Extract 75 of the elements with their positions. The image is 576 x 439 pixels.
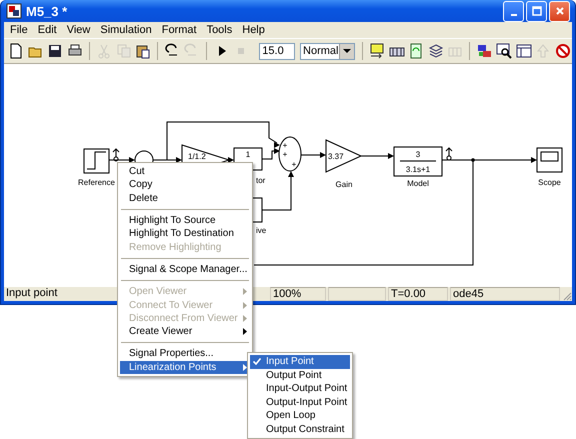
menu-item[interactable]: View (62, 24, 96, 36)
toolbar-button[interactable] (494, 40, 514, 62)
block-label: Model (407, 179, 429, 188)
block-label: Scope (538, 178, 561, 187)
transfer-function-block[interactable] (394, 146, 442, 176)
linearization-marker-icon (446, 147, 452, 160)
magnifier-icon (496, 43, 512, 59)
status-pane (328, 287, 386, 301)
sum-sign: + (282, 141, 288, 150)
signal-line (108, 157, 135, 163)
table-icon (516, 43, 532, 59)
menu-item[interactable]: Tools (202, 24, 238, 36)
menu-item[interactable]: Linearization Points (120, 360, 250, 374)
linearization-marker-icon (112, 148, 120, 162)
menu-item[interactable]: Output Point (250, 368, 350, 382)
chart-window-icon (369, 43, 386, 59)
minimize-button[interactable] (503, 0, 524, 22)
resize-grip-icon[interactable] (562, 291, 572, 301)
branch-point (471, 158, 475, 162)
status-pane: ode45 (450, 287, 560, 301)
menu-item[interactable]: Help (238, 24, 271, 36)
step-block[interactable] (84, 148, 110, 174)
app-icon (6, 3, 22, 19)
maximize-button[interactable] (526, 0, 547, 22)
refresh-icon (408, 43, 424, 59)
stop-time-field[interactable]: 15.0 (259, 42, 296, 60)
menu-item[interactable]: Signal Properties... (120, 347, 250, 361)
menu-item[interactable]: Edit (34, 24, 63, 36)
menu-item[interactable]: Format (158, 24, 203, 36)
block-value: 1 (246, 150, 250, 159)
colored-blocks-icon (476, 43, 493, 59)
menu-item[interactable]: Simulation (96, 24, 158, 36)
sum-sign: + (282, 150, 288, 159)
simulation-mode-dropdown[interactable]: Normal (300, 42, 355, 60)
menu-item[interactable]: Output Constraint (250, 422, 350, 436)
menu-item[interactable]: Signal & Scope Manager... (120, 262, 250, 276)
new-document-icon (8, 43, 24, 59)
sum-sign: + (292, 160, 296, 169)
scissors-icon (96, 43, 112, 59)
menu-item[interactable]: Input Point (250, 355, 350, 368)
scope-block[interactable] (536, 148, 562, 172)
menu-item[interactable]: Cut (120, 165, 250, 178)
menu-item[interactable]: Delete (120, 192, 250, 205)
block-label: Reference (78, 178, 115, 187)
status-pane: 100% (270, 287, 326, 301)
block-value: 3.37 (328, 152, 344, 161)
menu-item[interactable]: Create Viewer (120, 324, 250, 338)
numerator: 3 (416, 150, 420, 159)
menu-item[interactable]: Output-Input Point (250, 396, 350, 409)
menu-item[interactable]: Open Loop (250, 409, 350, 422)
status-message: Input point (5, 287, 58, 301)
block-label: ive (256, 226, 266, 235)
stack-icon (428, 43, 444, 59)
menu-item[interactable]: File (6, 24, 34, 36)
paste-icon (135, 43, 152, 59)
up-arrow-icon (535, 43, 552, 59)
minimize-icon (510, 14, 516, 16)
caret-icon (342, 49, 351, 53)
menu-item[interactable]: Copy (120, 178, 250, 192)
menu-item[interactable]: Highlight To Destination (120, 227, 250, 240)
gain-block[interactable] (326, 139, 362, 173)
sum-block[interactable] (278, 136, 302, 172)
block-label: tor (256, 176, 266, 185)
block-value: 1/1.2 (188, 152, 206, 161)
denominator: 3.1s+1 (406, 165, 430, 174)
close-button[interactable] (549, 0, 570, 22)
maximize-icon (532, 6, 542, 16)
copy-icon (116, 43, 132, 59)
menu-item[interactable]: Input-Output Point (250, 382, 350, 396)
status-pane: T=0.00 (388, 287, 448, 301)
window-title: M5_3 * (26, 4, 68, 18)
close-icon (554, 6, 564, 16)
signal-line (300, 152, 326, 158)
block-label: Gain (336, 180, 352, 189)
menu-item[interactable]: Highlight To Source (120, 214, 250, 228)
